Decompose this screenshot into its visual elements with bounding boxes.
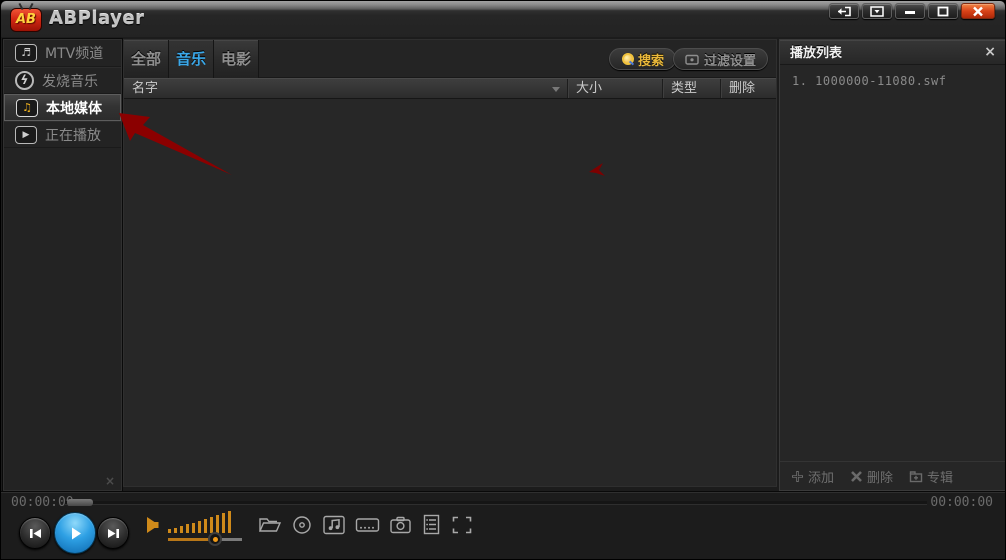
total-time: 00:00:00 [930, 495, 993, 510]
filter-settings-icon [685, 54, 699, 65]
fullscreen-icon [451, 515, 473, 535]
column-header-name[interactable]: 名字 [124, 79, 567, 98]
mini-mode-icon [870, 6, 884, 17]
sidebar-item-hifi-music[interactable]: ϟ 发烧音乐 [4, 67, 121, 94]
sidebar-item-label: 发烧音乐 [42, 71, 98, 91]
mini-mode-button[interactable] [862, 3, 892, 19]
category-tab-bar: 全部 音乐 电影 搜索 过滤设置 [124, 40, 776, 78]
previous-icon [27, 526, 44, 541]
playlist-album-button[interactable]: 专辑 [909, 467, 953, 486]
search-icon [621, 53, 633, 65]
abplayer-window: AB ABPlayer [0, 0, 1006, 560]
playlist-panel: 播放列表 × 1. 1000000-11080.swf 添加 删除 [779, 39, 1006, 491]
filter-settings-label: 过滤设置 [704, 50, 756, 69]
minimize-icon [904, 6, 916, 16]
local-media-note-icon: ♫ [16, 99, 38, 117]
playlist-add-label: 添加 [808, 467, 834, 486]
sidebar-item-label: MTV频道 [45, 43, 103, 63]
sidebar-item-mtv-channel[interactable]: ♬ MTV频道 [4, 40, 121, 67]
previous-track-button[interactable] [19, 517, 51, 549]
tab-movies[interactable]: 电影 [214, 40, 259, 78]
playlist-item[interactable]: 1. 1000000-11080.swf [780, 74, 1005, 88]
app-logo-icon: AB [10, 8, 42, 32]
title-bar[interactable]: AB ABPlayer [1, 1, 1005, 37]
playlist-delete-button[interactable]: 删除 [850, 467, 893, 486]
playlist-delete-label: 删除 [867, 467, 893, 486]
sidebar-collapse-icon[interactable]: × [105, 474, 115, 488]
play-button[interactable] [54, 512, 96, 554]
next-icon [105, 526, 122, 541]
now-playing-icon: ▶ [15, 126, 37, 144]
playlist-title: 播放列表 [780, 46, 842, 61]
close-button[interactable] [961, 3, 995, 19]
snapshot-button[interactable] [389, 515, 412, 535]
open-file-button[interactable] [257, 515, 282, 535]
play-icon [66, 524, 85, 543]
sidebar-item-label: 正在播放 [45, 125, 101, 145]
media-library-panel: 全部 音乐 电影 搜索 过滤设置 名字 大小 类型 删除 [123, 39, 777, 487]
sidebar: ♬ MTV频道 ϟ 发烧音乐 ♫ 本地媒体 ▶ 正在播放 × [3, 39, 122, 491]
close-icon [972, 6, 984, 17]
column-header-size[interactable]: 大小 [567, 79, 662, 98]
open-folder-icon [257, 515, 282, 535]
flash-icon: ϟ [15, 71, 34, 90]
boss-key-button[interactable] [829, 3, 859, 19]
music-box-icon [322, 515, 346, 535]
tab-music[interactable]: 音乐 [169, 40, 214, 78]
next-track-button[interactable] [97, 517, 129, 549]
player-control-bar: 00:00:00 00:00:00 [1, 491, 1005, 560]
playlist-header: 播放列表 × [780, 40, 1005, 65]
list-icon [421, 514, 442, 535]
volume-level-bars[interactable] [168, 510, 238, 533]
playlist-add-button[interactable]: 添加 [791, 467, 834, 486]
keyboard-icon [355, 515, 380, 535]
open-disc-button[interactable] [291, 515, 313, 535]
volume-slider[interactable] [168, 538, 242, 541]
maximize-button[interactable] [928, 3, 958, 19]
add-icon [791, 470, 804, 483]
playlist-items: 1. 1000000-11080.swf [780, 65, 1005, 88]
boss-key-icon [836, 6, 852, 17]
tab-all[interactable]: 全部 [124, 40, 169, 78]
file-table-header: 名字 大小 类型 删除 [124, 78, 776, 99]
playlist-toggle-button[interactable] [421, 514, 442, 535]
album-icon [909, 470, 923, 483]
music-library-button[interactable] [322, 515, 346, 535]
delete-icon [850, 470, 863, 483]
seek-bar[interactable] [65, 501, 927, 505]
mini-lyrics-button[interactable] [355, 515, 380, 535]
search-button[interactable]: 搜索 [609, 48, 676, 70]
fullscreen-button[interactable] [451, 515, 473, 535]
seek-handle[interactable] [67, 499, 93, 506]
music-notes-icon: ♬ [15, 44, 37, 62]
sidebar-item-now-playing[interactable]: ▶ 正在播放 [4, 121, 121, 148]
column-header-delete[interactable]: 删除 [720, 79, 776, 98]
sidebar-item-local-media[interactable]: ♫ 本地媒体 [4, 94, 121, 121]
playlist-album-label: 专辑 [927, 467, 953, 486]
sidebar-item-label: 本地媒体 [46, 98, 102, 118]
volume-handle[interactable] [208, 532, 222, 546]
column-name-label: 名字 [132, 81, 158, 96]
sort-dropdown-icon[interactable] [552, 87, 560, 92]
camera-icon [389, 515, 412, 535]
column-header-type[interactable]: 类型 [662, 79, 720, 98]
window-controls [829, 3, 995, 19]
maximize-icon [937, 6, 949, 17]
filter-settings-button[interactable]: 过滤设置 [673, 48, 768, 70]
speaker-icon[interactable] [145, 514, 163, 536]
app-title: ABPlayer [49, 8, 144, 29]
search-label: 搜索 [638, 50, 664, 69]
minimize-button[interactable] [895, 3, 925, 19]
disc-icon [291, 515, 313, 535]
playlist-footer: 添加 删除 专辑 [780, 461, 1005, 490]
bottom-toolbar [257, 514, 473, 535]
playlist-close-icon[interactable]: × [984, 40, 996, 64]
